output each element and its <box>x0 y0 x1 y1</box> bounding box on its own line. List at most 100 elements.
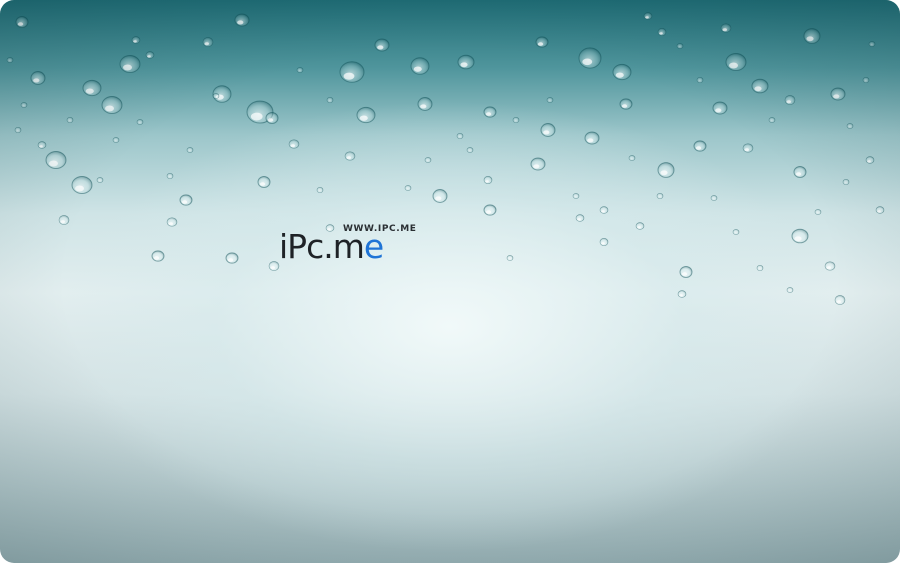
water-drop <box>326 96 334 104</box>
water-drop <box>483 176 493 184</box>
water-drop <box>793 165 807 179</box>
water-drop <box>466 147 474 153</box>
water-drop <box>842 178 850 186</box>
water-drop <box>535 36 549 48</box>
water-drop <box>374 38 390 52</box>
water-drop <box>656 192 664 200</box>
water-drop <box>751 78 769 94</box>
water-drop <box>151 250 165 262</box>
desktop-wallpaper: WWW.IPC.ME iPc.me <box>0 0 900 563</box>
water-drop <box>546 97 554 103</box>
water-drop <box>612 63 632 81</box>
water-drop <box>14 126 22 134</box>
water-drop <box>756 264 764 272</box>
water-drop <box>432 189 448 203</box>
water-drop <box>257 175 271 189</box>
water-drop <box>71 176 93 194</box>
water-drop <box>356 106 376 124</box>
water-drop <box>96 177 104 183</box>
water-drop <box>288 139 300 149</box>
water-drops-layer <box>6 12 885 305</box>
water-drop <box>584 131 600 145</box>
water-drop <box>619 98 633 110</box>
water-drop <box>599 238 609 246</box>
water-drop <box>628 155 636 161</box>
water-drop <box>599 206 609 214</box>
water-drop <box>710 195 718 201</box>
water-drop <box>119 55 141 73</box>
water-drop <box>136 119 144 125</box>
water-drop <box>112 137 120 143</box>
water-drop <box>410 57 430 75</box>
water-drop <box>212 93 220 99</box>
water-drop <box>643 12 653 20</box>
water-drop <box>862 76 870 84</box>
water-drop <box>424 157 432 163</box>
water-drop <box>865 156 875 164</box>
water-drop <box>512 116 520 124</box>
water-drop <box>6 57 14 63</box>
water-drop <box>742 143 754 153</box>
water-drop <box>265 111 279 125</box>
water-drop <box>696 76 704 84</box>
water-drop <box>768 117 776 123</box>
water-drop <box>732 229 740 235</box>
water-drop <box>506 255 514 261</box>
water-drop <box>679 265 693 279</box>
water-drop <box>824 261 836 271</box>
water-drop <box>530 157 546 171</box>
water-drop <box>657 28 667 36</box>
water-drop <box>296 67 304 73</box>
water-drop <box>635 222 645 230</box>
water-drop <box>720 23 732 33</box>
water-drop <box>45 151 67 169</box>
water-drop <box>676 43 684 49</box>
water-drop <box>186 147 194 153</box>
water-drop <box>868 41 876 47</box>
water-drop <box>179 194 193 206</box>
water-drop <box>830 87 846 101</box>
water-drop <box>693 140 707 152</box>
logo-wordmark-accent: e <box>363 227 384 266</box>
logo-wordmark-main: iPc.m <box>279 227 365 266</box>
water-drop <box>202 37 214 47</box>
water-drop <box>234 13 250 27</box>
ipc-me-logo: WWW.IPC.ME iPc.me <box>279 220 429 270</box>
water-drop <box>58 215 70 225</box>
water-drop <box>101 96 123 114</box>
water-drop <box>37 141 47 149</box>
water-drop <box>657 162 675 178</box>
water-drop <box>166 217 178 227</box>
water-drop <box>834 295 846 305</box>
water-drop <box>786 287 794 293</box>
water-drop <box>339 61 365 83</box>
water-drop <box>803 28 821 44</box>
water-drop <box>875 206 885 214</box>
water-drop <box>791 228 809 244</box>
water-drop <box>575 214 585 222</box>
water-drop <box>540 123 556 137</box>
water-drop <box>344 151 356 161</box>
water-drop <box>404 185 412 191</box>
water-drop <box>846 123 854 129</box>
water-drop <box>30 71 46 85</box>
water-drop <box>712 101 728 115</box>
water-drop <box>82 79 102 97</box>
water-drop <box>483 204 497 216</box>
water-drop <box>225 252 239 264</box>
water-drop <box>316 186 324 194</box>
water-drop <box>677 290 687 298</box>
water-drop <box>572 193 580 199</box>
water-drop <box>66 116 74 124</box>
water-drop <box>268 261 280 271</box>
water-drop <box>20 102 28 108</box>
water-drop <box>457 54 475 70</box>
water-drop <box>814 209 822 215</box>
logo-wordmark: iPc.me <box>279 227 384 266</box>
water-drop <box>131 36 141 44</box>
water-drop <box>456 132 464 140</box>
water-drop <box>145 51 155 59</box>
water-drop <box>578 47 602 69</box>
water-drop <box>166 172 174 180</box>
water-drop <box>483 106 497 118</box>
